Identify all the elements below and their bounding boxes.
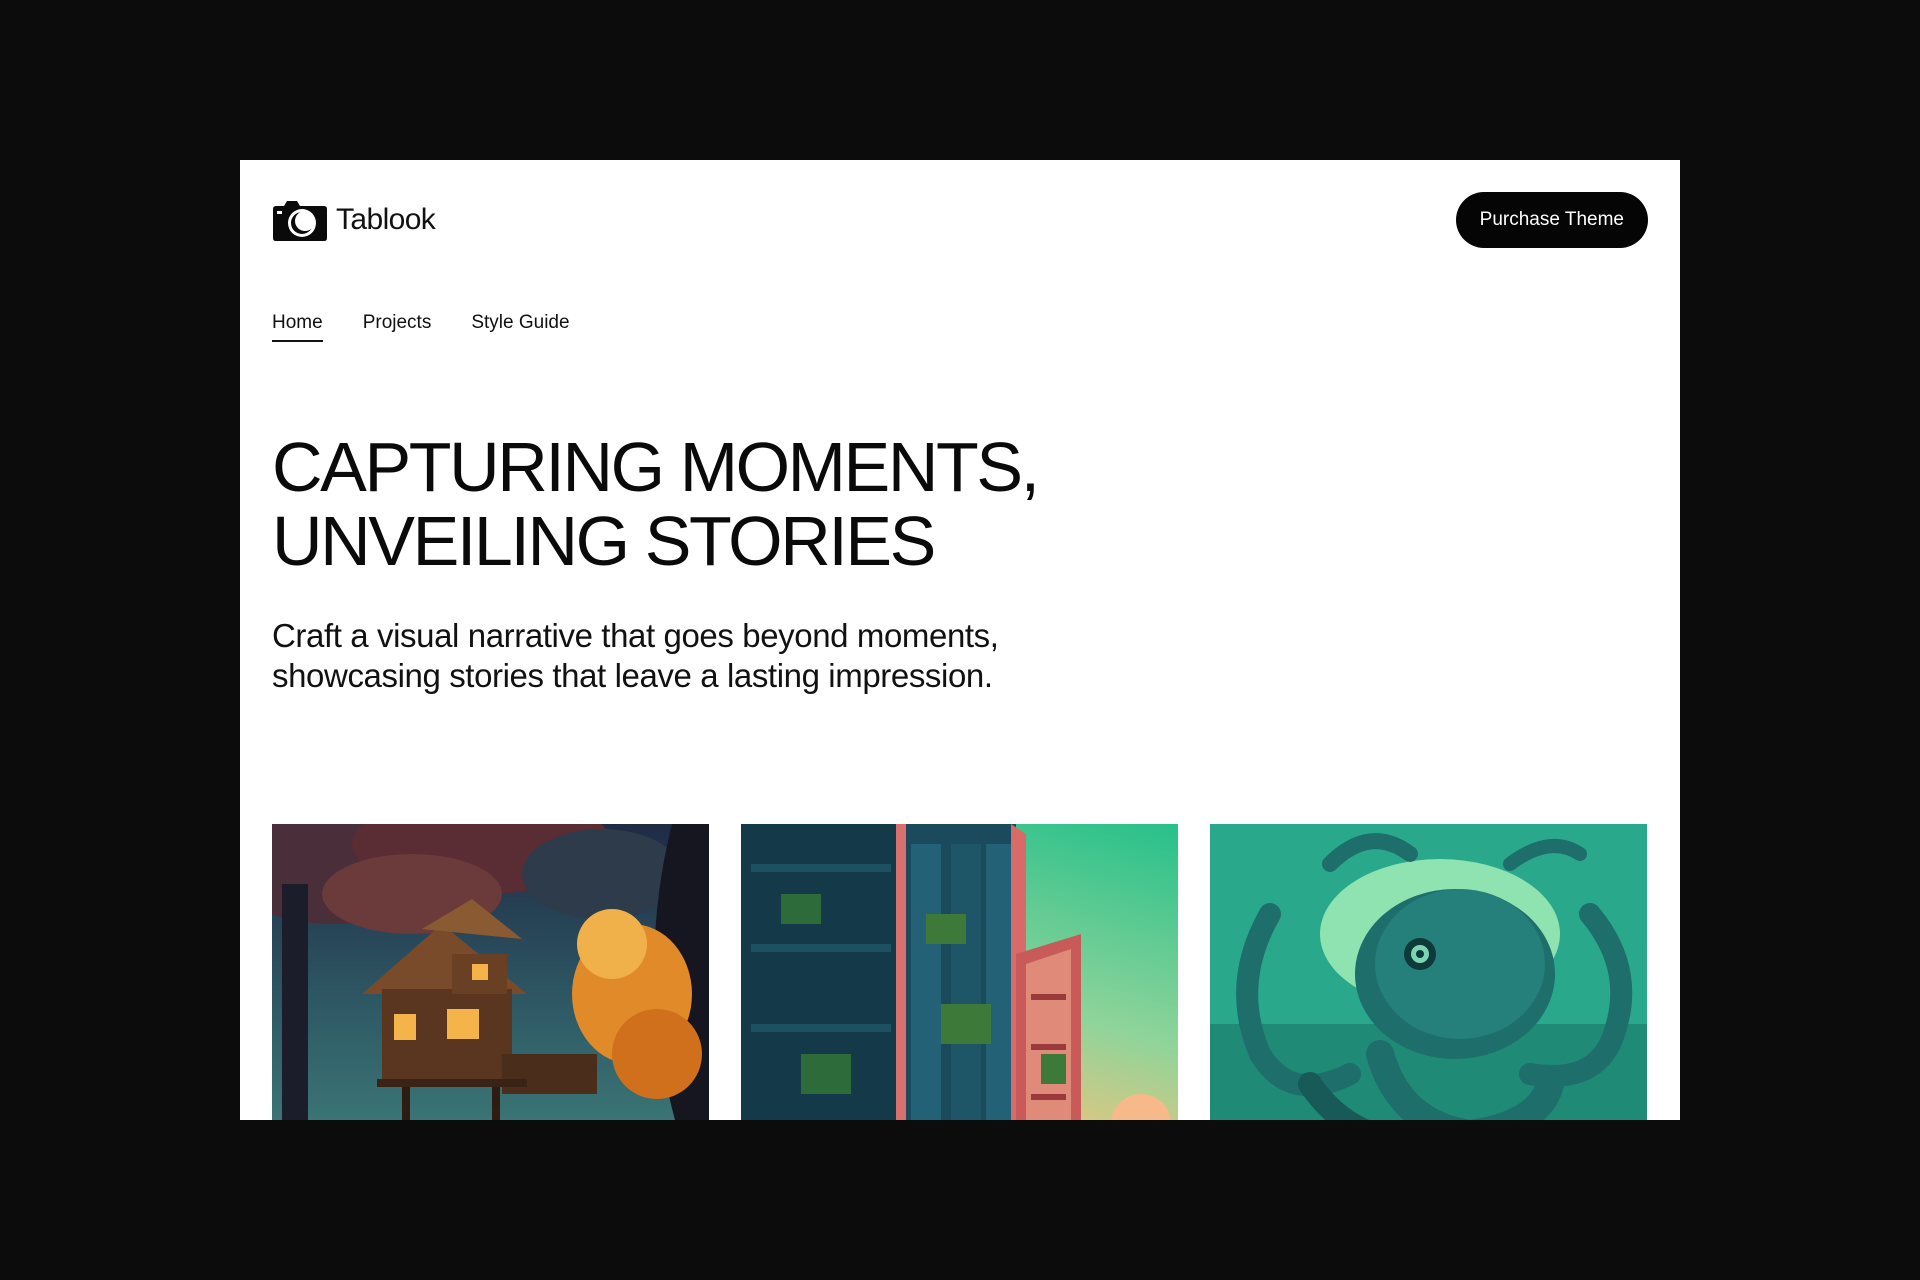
brand-logo-link[interactable]: Tablook xyxy=(272,198,436,242)
main-nav: Home Projects Style Guide xyxy=(272,312,570,342)
treehouse-illustration xyxy=(272,824,709,1120)
gallery-card-building[interactable] xyxy=(741,824,1178,1120)
site-header: Tablook Purchase Theme xyxy=(272,192,1648,248)
gallery-card-octopus[interactable] xyxy=(1210,824,1647,1120)
hero-title: CAPTURING MOMENTS, UNVEILING STORIES xyxy=(272,430,1172,578)
project-gallery xyxy=(272,824,1648,1120)
nav-item-projects[interactable]: Projects xyxy=(363,312,432,342)
brand-name: Tablook xyxy=(336,203,436,236)
gallery-card-treehouse[interactable] xyxy=(272,824,709,1120)
page-frame: Tablook Purchase Theme Home Projects Sty… xyxy=(240,160,1680,1120)
nav-item-home[interactable]: Home xyxy=(272,312,323,342)
octopus-illustration xyxy=(1210,824,1647,1120)
building-illustration xyxy=(741,824,1178,1120)
camera-icon xyxy=(273,201,327,241)
hero-subtitle: Craft a visual narrative that goes beyon… xyxy=(272,616,1172,696)
hero-title-line: UNVEILING STORIES xyxy=(272,502,936,580)
hero-title-line: CAPTURING MOMENTS, xyxy=(272,428,1040,506)
purchase-theme-button[interactable]: Purchase Theme xyxy=(1455,192,1648,248)
hero-subtitle-line: Craft a visual narrative that goes beyon… xyxy=(272,617,999,654)
nav-item-style-guide[interactable]: Style Guide xyxy=(471,312,569,342)
hero-subtitle-line: showcasing stories that leave a lasting … xyxy=(272,657,993,694)
